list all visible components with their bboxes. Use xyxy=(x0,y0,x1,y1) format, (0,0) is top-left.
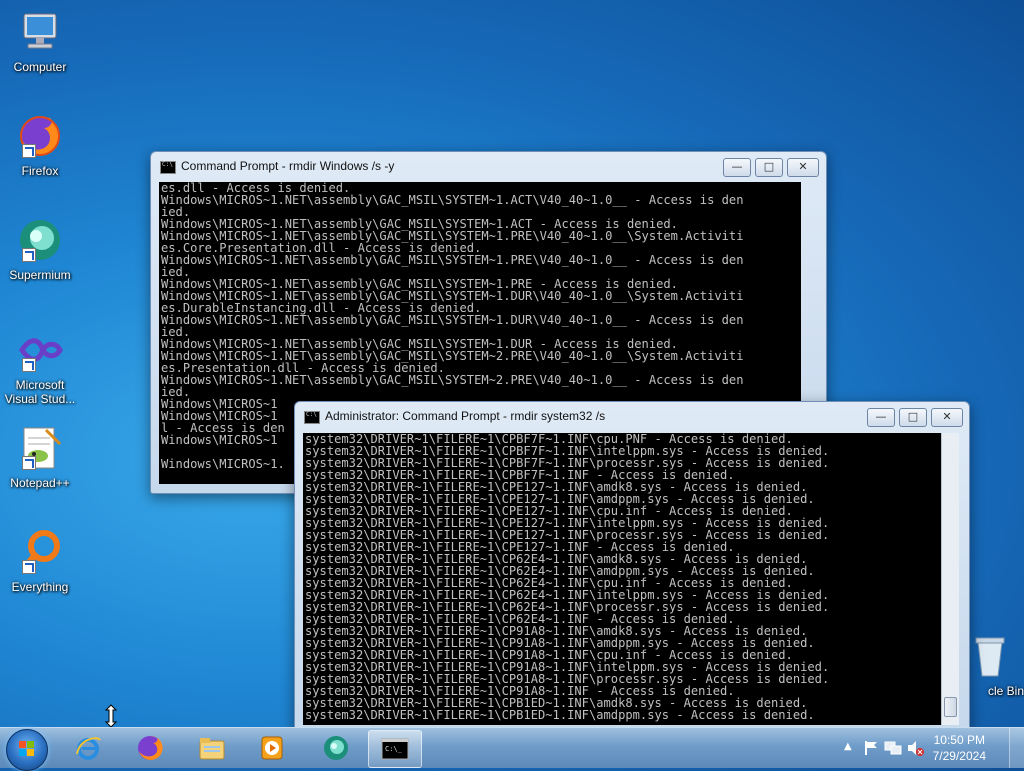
taskbar-button-command-prompt[interactable]: C:\_ xyxy=(368,730,422,768)
internet-explorer-icon xyxy=(76,737,101,760)
everything-icon xyxy=(16,528,64,576)
scrollbar-thumb[interactable] xyxy=(944,697,957,717)
media-player-icon xyxy=(261,736,283,760)
command-prompt-icon: C:\_ xyxy=(381,738,409,760)
minimize-button[interactable]: — xyxy=(867,408,895,427)
clock-time: 10:50 PM xyxy=(933,733,985,747)
shortcut-arrow-icon xyxy=(22,248,36,262)
show-hidden-icons-icon[interactable]: ▲ xyxy=(844,741,852,752)
maximize-icon: □ xyxy=(763,160,775,173)
console-line: system32\DRIVER~1\FILERE~1\CPB1ED~1.INF\… xyxy=(305,708,815,722)
console-line: Windows\MICROS~1.NET\assembly\GAC_MSIL\S… xyxy=(161,253,744,267)
close-button[interactable]: ✕ xyxy=(787,158,819,177)
supermium-icon xyxy=(16,216,64,264)
taskbar-button-supermium[interactable] xyxy=(310,730,362,766)
shortcut-arrow-icon xyxy=(22,358,36,372)
maximize-button[interactable]: □ xyxy=(755,158,783,177)
supermium-icon xyxy=(324,736,348,760)
taskbar-button-media-player[interactable] xyxy=(246,730,298,766)
action-center-flag-icon[interactable] xyxy=(864,740,878,756)
desktop-icon-label: Firefox xyxy=(21,164,59,178)
clock[interactable]: 10:50 PM 7/29/2024 xyxy=(933,732,986,764)
clock-date: 7/29/2024 xyxy=(932,749,986,763)
close-icon: ✕ xyxy=(798,160,808,173)
minimize-button[interactable]: — xyxy=(723,158,751,177)
system-tray: ▲ 10:50 PM 7/29/2024 xyxy=(834,728,1024,768)
notepad-plus-plus-icon xyxy=(16,424,64,472)
command-prompt-icon xyxy=(160,161,176,174)
resize-cursor-icon xyxy=(104,704,118,728)
taskbar: C:\_ ▲ 10:50 PM 7/29/2024 xyxy=(0,727,1024,771)
title-bar[interactable]: Administrator: Command Prompt - rmdir sy… xyxy=(295,402,969,430)
taskbar-button-internet-explorer[interactable] xyxy=(62,730,114,766)
shortcut-arrow-icon xyxy=(22,560,36,574)
desktop-icon-firefox[interactable]: Firefox xyxy=(2,112,78,178)
recycle-bin-icon xyxy=(966,632,1014,680)
visual-studio-icon xyxy=(16,326,64,374)
windows-logo-icon xyxy=(19,741,35,757)
window-title: Administrator: Command Prompt - rmdir sy… xyxy=(325,409,606,423)
minimize-icon: — xyxy=(731,160,743,173)
shortcut-arrow-icon xyxy=(22,144,36,158)
desktop-icon-supermium[interactable]: Supermium xyxy=(2,216,78,282)
computer-icon xyxy=(16,8,64,56)
show-desktop-button[interactable] xyxy=(1009,728,1024,768)
desktop-icon-everything[interactable]: Everything xyxy=(2,528,78,594)
desktop-icon-label: Microsoft Visual Stud... xyxy=(4,378,76,406)
console-output[interactable]: system32\DRIVER~1\FILERE~1\CPBF7F~1.INF\… xyxy=(303,433,941,725)
desktop-icon-computer[interactable]: Computer xyxy=(2,8,78,74)
command-prompt-icon xyxy=(304,411,320,424)
close-button[interactable]: ✕ xyxy=(931,408,963,427)
console-line: Windows\MICROS~1.NET\assembly\GAC_MSIL\S… xyxy=(161,193,744,207)
desktop-icon-visual-studio[interactable]: Microsoft Visual Stud... xyxy=(2,326,78,406)
command-prompt-window-system32[interactable]: Administrator: Command Prompt - rmdir sy… xyxy=(294,401,970,731)
firefox-icon xyxy=(138,735,163,760)
volume-muted-icon[interactable] xyxy=(906,739,924,757)
desktop-icon-notepad-plus-plus[interactable]: Notepad++ xyxy=(2,424,78,490)
title-bar[interactable]: Command Prompt - rmdir Windows /s -y — □… xyxy=(151,152,826,180)
start-button[interactable] xyxy=(6,729,48,771)
desktop-icon-label: Everything xyxy=(11,580,69,594)
maximize-button[interactable]: □ xyxy=(899,408,927,427)
console-line: Windows\MICROS~1.NET\assembly\GAC_MSIL\S… xyxy=(161,373,744,387)
firefox-icon xyxy=(16,112,64,160)
desktop-icon-label: Computer xyxy=(13,60,67,74)
network-icon[interactable] xyxy=(884,739,902,757)
vertical-scrollbar[interactable] xyxy=(941,433,959,725)
taskbar-button-file-explorer[interactable] xyxy=(186,730,238,766)
close-icon: ✕ xyxy=(942,410,952,423)
taskbar-button-firefox[interactable] xyxy=(124,730,176,766)
console-line: Windows\MICROS~1.NET\assembly\GAC_MSIL\S… xyxy=(161,313,744,327)
maximize-icon: □ xyxy=(907,410,919,423)
desktop-icon-label: Notepad++ xyxy=(10,476,70,490)
desktop-icon-label: Supermium xyxy=(9,268,71,282)
minimize-icon: — xyxy=(875,410,887,423)
window-title: Command Prompt - rmdir Windows /s -y xyxy=(181,159,395,173)
svg-text:C:\_: C:\_ xyxy=(385,745,403,753)
file-explorer-icon xyxy=(199,738,225,760)
shortcut-arrow-icon xyxy=(22,456,36,470)
